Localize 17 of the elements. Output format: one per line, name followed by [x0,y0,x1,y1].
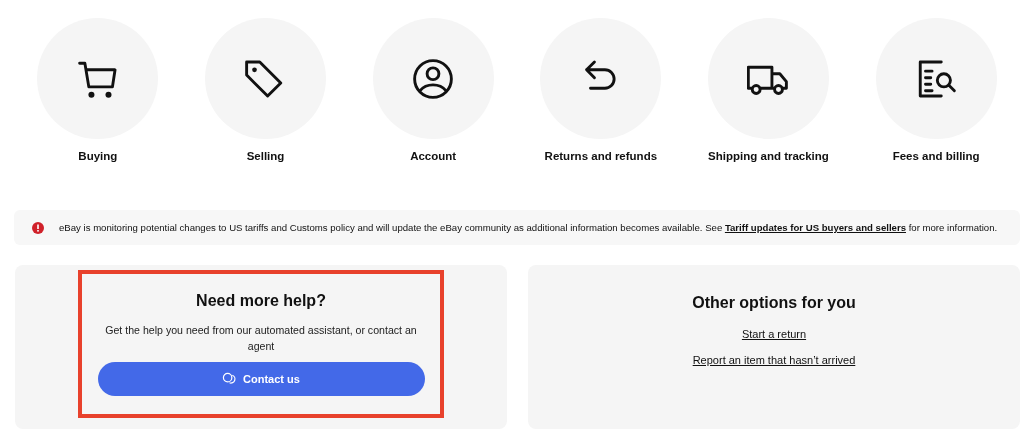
alert-icon [32,221,44,234]
topic-link[interactable]: Shipping and tracking [708,150,829,162]
topic-link[interactable]: Fees and billing [892,150,980,162]
user-circle-icon [412,57,455,100]
option-link[interactable]: Report an item that hasn’t arrived [692,354,856,366]
tariff-link[interactable]: Tariff updates for US buyers and sellers [724,222,906,233]
card-title: Need more help? [196,292,326,310]
option-link[interactable]: Start a return [741,328,807,340]
topic-link[interactable]: Account [410,150,457,162]
topic-link[interactable]: Selling [246,150,285,162]
alert-message: eBay is monitoring potential changes to US tariffs and Customs policy and will update the eBay community as additional information becomes available. See Tariff updates for US buyers and sellers for more information. [59,222,998,233]
help-text: Get the help you need from our automated assistant, or contact an agent [104,323,418,354]
chat-bubbles-icon [222,371,238,387]
topic-link[interactable]: Buying [78,150,118,162]
topic-link[interactable]: Returns and refunds [544,150,658,162]
card-title: Other options for you [692,294,856,312]
contact-button[interactable]: Contact us [97,362,425,396]
